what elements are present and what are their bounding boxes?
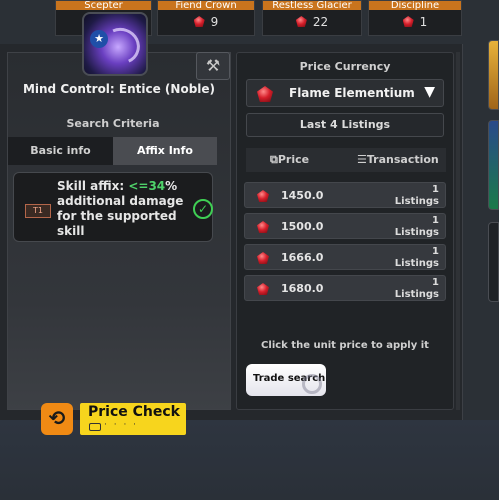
listing-count: 1 Listings xyxy=(394,184,439,207)
flame-elementium-icon xyxy=(257,252,269,264)
price-check-label: Price Check xyxy=(88,404,180,420)
side-item-thumb[interactable] xyxy=(488,120,499,210)
currency-dropdown[interactable]: Flame Elementium ▼ xyxy=(246,79,444,107)
top-item-caption: Restless Glacier xyxy=(263,1,361,10)
price-currency-title: Price Currency xyxy=(299,60,391,73)
listing-count: 1 Listings xyxy=(394,215,439,238)
magnifier-icon xyxy=(302,374,322,394)
flame-elementium-icon xyxy=(193,16,205,27)
flame-elementium-icon xyxy=(402,16,414,27)
column-header-transaction[interactable]: ☰Transaction xyxy=(357,153,439,166)
check-icon[interactable]: ✓ xyxy=(193,199,213,219)
hotkey-dots: · · · · xyxy=(104,420,139,430)
top-item-count: 9 xyxy=(210,15,219,29)
column-header-price[interactable]: ⧉Price xyxy=(270,153,309,167)
price-value[interactable]: 1680.0 xyxy=(281,282,323,295)
affix-value: <=34 xyxy=(128,179,166,193)
keyboard-icon xyxy=(89,423,101,431)
triangle-down-icon: ▼ xyxy=(424,84,435,100)
skill-name: Mind Control: Entice (Noble) xyxy=(22,82,216,96)
flame-elementium-icon xyxy=(257,86,273,102)
top-item-fiend-crown[interactable]: Fiend Crown 9 xyxy=(157,0,255,36)
top-item-count: 1 xyxy=(419,15,428,29)
top-item-caption: Discipline xyxy=(369,1,461,10)
trade-search-button[interactable]: Trade search xyxy=(246,364,326,396)
skill-avatar: ★ xyxy=(82,12,148,76)
top-item-caption: Fiend Crown xyxy=(158,1,254,10)
database-icon: ☰ xyxy=(357,153,367,166)
refresh-icon[interactable]: ⟲ xyxy=(41,403,73,435)
panel-scrollbar[interactable] xyxy=(456,52,460,410)
price-row[interactable]: 1450.0 1 Listings xyxy=(244,182,446,208)
price-value[interactable]: 1500.0 xyxy=(281,220,323,233)
side-item-thumb[interactable] xyxy=(488,40,499,110)
star-icon: ★ xyxy=(90,30,108,48)
price-row[interactable]: 1500.0 1 Listings xyxy=(244,213,446,239)
price-row[interactable]: 1666.0 1 Listings xyxy=(244,244,446,270)
top-item-caption: Scepter xyxy=(56,1,151,10)
affix-prefix: Skill affix: xyxy=(57,179,129,193)
currency-label: Flame Elementium xyxy=(289,86,415,100)
top-item-restless-glacier[interactable]: Restless Glacier 22 xyxy=(262,0,362,36)
flame-elementium-icon xyxy=(257,190,269,202)
gavel-icon[interactable]: ⚒ xyxy=(196,52,230,80)
flame-elementium-icon xyxy=(257,221,269,233)
listing-count: 1 Listings xyxy=(394,246,439,269)
stack-icon: ⧉ xyxy=(270,153,278,166)
price-value[interactable]: 1450.0 xyxy=(281,189,323,202)
tab-affix-info[interactable]: Affix Info xyxy=(113,137,217,165)
background-lower xyxy=(0,420,499,500)
listing-count: 1 Listings xyxy=(394,277,439,300)
price-value[interactable]: 1666.0 xyxy=(281,251,323,264)
apply-price-hint: Click the unit price to apply it xyxy=(261,340,429,351)
tier-badge: T1 xyxy=(25,204,51,218)
tab-basic-info[interactable]: Basic info xyxy=(8,137,113,165)
top-item-discipline[interactable]: Discipline 1 xyxy=(368,0,462,36)
price-row[interactable]: 1680.0 1 Listings xyxy=(244,275,446,301)
last-listings-button[interactable]: Last 4 Listings xyxy=(246,113,444,137)
search-criteria-title: Search Criteria xyxy=(66,117,160,130)
flame-elementium-icon xyxy=(295,16,307,27)
side-item-thumb[interactable] xyxy=(488,222,499,302)
price-check-button[interactable]: Price Check · · · · xyxy=(80,403,186,435)
affix-card[interactable]: T1 Skill affix: <=34% additional damage … xyxy=(13,172,213,242)
flame-elementium-icon xyxy=(257,283,269,295)
affix-text: Skill affix: <=34% additional damage for… xyxy=(57,179,187,239)
top-item-count: 22 xyxy=(312,15,329,29)
